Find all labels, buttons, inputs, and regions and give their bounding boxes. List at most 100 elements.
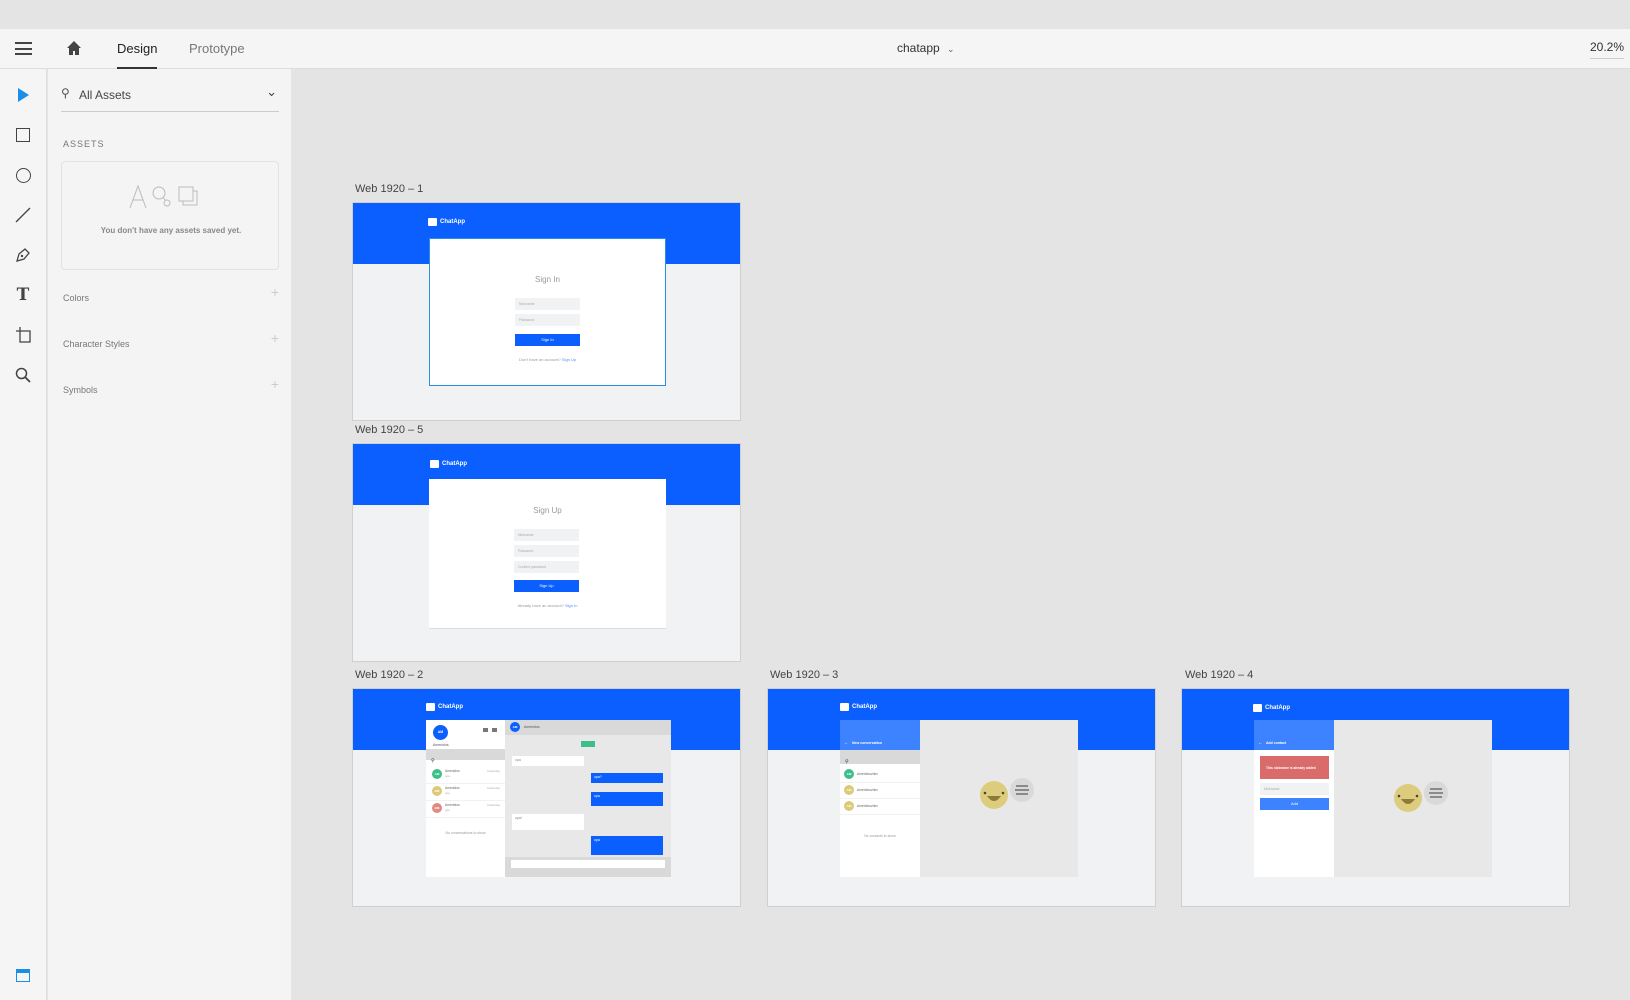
asset-search[interactable]: ⚲ All Assets ⌄	[61, 84, 279, 112]
contact-name: Amenidus/dev	[857, 772, 878, 776]
avatar: AM	[510, 722, 520, 732]
nickname-field[interactable]: Nickname	[515, 298, 580, 310]
empty-assets-message: You don't have any assets saved yet.	[100, 226, 242, 235]
tab-design[interactable]: Design	[117, 29, 158, 69]
app-name: ChatApp	[438, 704, 463, 710]
sent-message: opa	[591, 836, 663, 855]
artboard-sign-up[interactable]: ChatApp Sign Up Nickname Password Confir…	[352, 443, 741, 662]
artboard-add-contact[interactable]: ChatApp ← Add contact This nickname is al…	[1181, 688, 1570, 907]
home-icon[interactable]	[66, 40, 82, 56]
search-bar[interactable]: ⚲	[840, 750, 920, 765]
smiley-chat-illustration-icon	[980, 778, 1034, 815]
card-title: Sign Up	[533, 506, 562, 515]
zoom-level[interactable]: 20.2%	[1590, 40, 1625, 59]
password-field[interactable]: Password	[515, 314, 580, 326]
sign-up-card: Sign Up Nickname Password Confirm passwo…	[429, 479, 666, 629]
back-arrow-icon[interactable]: ←	[1258, 740, 1263, 746]
password-field[interactable]: Password	[514, 545, 579, 557]
card-title: Sign In	[535, 275, 560, 284]
search-icon: ⚲	[845, 759, 849, 765]
timestamp: Yesterday	[486, 769, 500, 773]
assets-panel-icon[interactable]	[12, 964, 34, 986]
contact-item[interactable]: AM Amenidus/dev	[840, 799, 920, 815]
avatar: AM	[433, 725, 448, 740]
new-chat-icon[interactable]	[492, 728, 497, 732]
chat-logo-icon	[428, 218, 437, 226]
chevron-down-icon[interactable]: ⌄	[266, 84, 277, 100]
section-character-styles[interactable]: Character Styles +	[63, 330, 279, 352]
empty-contacts: No contacts to show	[864, 834, 896, 838]
contact-item[interactable]: AM Amenidus/dev	[840, 783, 920, 799]
nickname-field[interactable]: Nickname	[514, 529, 579, 541]
received-message: opa!	[512, 814, 584, 830]
chat-header: AM Amenidus	[505, 720, 671, 735]
chat-logo-icon	[1253, 704, 1262, 712]
contacts-sidebar: ← New conversation ⚲ AM Amenidus/dev AM A…	[840, 720, 920, 877]
section-symbols[interactable]: Symbols +	[63, 376, 279, 398]
add-icon[interactable]: +	[271, 284, 279, 300]
app-name: ChatApp	[1265, 705, 1290, 711]
artboard-label[interactable]: Web 1920 – 1	[355, 183, 423, 195]
empty-assets-box: You don't have any assets saved yet.	[61, 161, 279, 270]
conversation-item[interactable]: BM Amenidus ops Yesterday	[426, 784, 505, 801]
contact-item[interactable]: AM Amenidus/dev	[840, 767, 920, 783]
ellipse-tool-icon[interactable]	[12, 164, 34, 186]
add-icon[interactable]: +	[271, 376, 279, 392]
conversation-item[interactable]: BM Amenidus ops Yesterday	[426, 801, 505, 818]
artboard-label[interactable]: Web 1920 – 3	[770, 669, 838, 681]
app-name: ChatApp	[440, 219, 465, 225]
pen-tool-icon[interactable]	[12, 244, 34, 266]
assets-panel: ⚲ All Assets ⌄ ASSETS You don't have any…	[48, 69, 291, 1000]
message-preview: ops	[445, 774, 450, 778]
artboard-sign-in[interactable]: ChatApp Sign In Nickname Password Sign I…	[352, 202, 741, 421]
contact-name: Amenidus/dev	[857, 804, 878, 808]
sent-message: opa?	[591, 773, 663, 783]
timestamp: Yesterday	[486, 803, 500, 807]
zoom-tool-icon[interactable]	[12, 364, 34, 386]
rectangle-tool-icon[interactable]	[12, 124, 34, 146]
nickname-field[interactable]: Nickname	[1260, 783, 1329, 795]
conversation-item[interactable]: AM Amenidus ops Yesterday	[426, 767, 505, 784]
add-icon[interactable]: +	[271, 330, 279, 346]
artboard-label[interactable]: Web 1920 – 2	[355, 669, 423, 681]
empty-state-pane	[1334, 720, 1492, 877]
artboard-new-conversation[interactable]: ChatApp ← New conversation ⚲ AM Amenidus/…	[767, 688, 1156, 907]
my-name: Amenidus	[433, 743, 449, 747]
section-colors[interactable]: Colors +	[63, 284, 279, 306]
artboard-tool-icon[interactable]	[12, 324, 34, 346]
sign-in-link[interactable]: Sign In	[565, 603, 577, 608]
artboard-chat[interactable]: ChatApp AM Amenidus ⚲ AM Amenidus ops Ye…	[352, 688, 741, 907]
artboard-label[interactable]: Web 1920 – 4	[1185, 669, 1253, 681]
search-icon: ⚲	[61, 86, 70, 100]
message-input[interactable]	[511, 860, 665, 868]
sign-up-button[interactable]: Sign Up	[514, 580, 579, 592]
section-label: Colors	[63, 293, 90, 303]
avatar: AM	[844, 769, 854, 779]
sign-in-button[interactable]: Sign In	[515, 334, 580, 346]
chat-name: Amenidus	[524, 725, 540, 729]
line-tool-icon[interactable]	[12, 204, 34, 226]
avatar: AM	[432, 769, 442, 779]
back-arrow-icon[interactable]: ←	[844, 740, 849, 746]
tab-prototype[interactable]: Prototype	[189, 29, 245, 69]
search-input[interactable]: All Assets	[79, 88, 131, 102]
app-name: ChatApp	[442, 461, 467, 467]
signin-prompt: Already have an account? Sign In	[429, 603, 666, 608]
search-bar[interactable]: ⚲	[426, 749, 505, 764]
sign-up-link[interactable]: Sign Up	[562, 357, 576, 362]
confirm-password-field[interactable]: Confirm password	[514, 561, 579, 573]
app-logo: ChatApp	[1253, 704, 1290, 712]
document-title-dropdown[interactable]: chatapp ⌄	[897, 41, 955, 55]
add-contact-sidebar: ← Add contact This nickname is already ad…	[1254, 720, 1334, 877]
app-name: ChatApp	[852, 704, 877, 710]
message-preview: ops	[445, 808, 450, 812]
select-tool-icon[interactable]	[12, 84, 34, 106]
hamburger-menu-icon[interactable]	[15, 42, 32, 55]
avatar: BM	[432, 803, 442, 813]
section-label: Character Styles	[63, 339, 130, 349]
text-tool-icon[interactable]: T	[12, 284, 34, 306]
add-button[interactable]: Add	[1260, 798, 1329, 810]
avatar: BM	[432, 786, 442, 796]
artboard-label[interactable]: Web 1920 – 5	[355, 424, 423, 436]
add-contact-icon[interactable]	[483, 728, 488, 732]
